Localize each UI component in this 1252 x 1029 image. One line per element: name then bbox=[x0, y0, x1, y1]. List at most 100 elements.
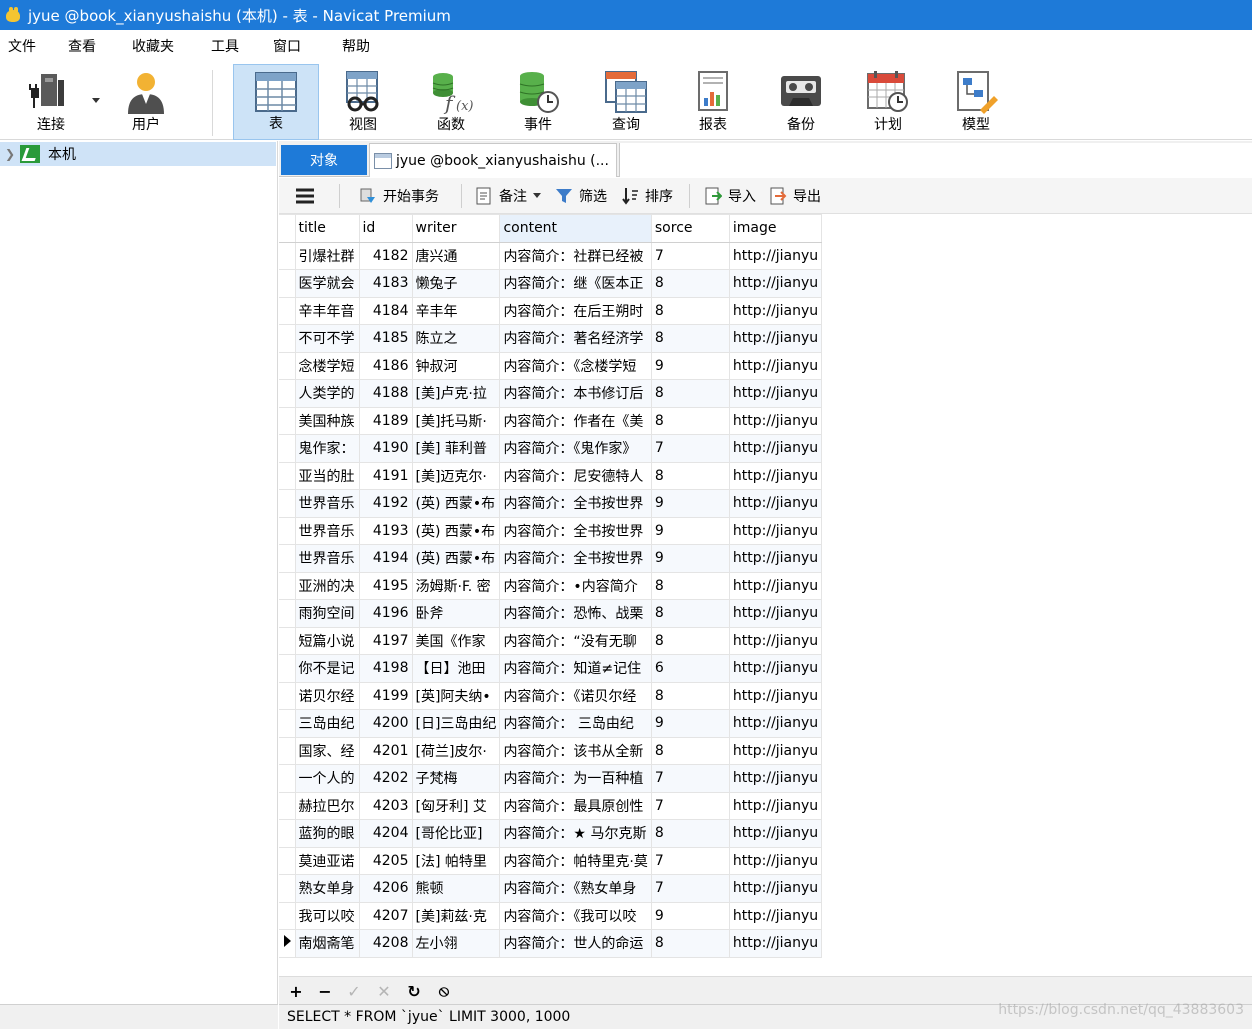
row-indicator[interactable] bbox=[279, 571, 296, 600]
cell-content[interactable]: 内容简介：“没有无聊 bbox=[499, 626, 652, 655]
cell-writer[interactable]: [哥伦比亚] bbox=[411, 819, 501, 848]
cell-sorce[interactable]: 7 bbox=[650, 791, 730, 820]
cell-id[interactable]: 4207 bbox=[358, 901, 413, 930]
tab-table-jyue[interactable]: jyue @book_xianyushaishu (... bbox=[369, 143, 617, 177]
cell-title[interactable]: 引爆社群 bbox=[294, 241, 360, 270]
cell-content[interactable]: 内容简介：全书按世界 bbox=[499, 516, 652, 545]
cell-content[interactable]: 内容简介：在后王朔时 bbox=[499, 296, 652, 325]
cell-image[interactable]: http://jianyu bbox=[728, 241, 823, 270]
cell-sorce[interactable]: 7 bbox=[650, 874, 730, 903]
cell-writer[interactable]: [法] 帕特里 bbox=[411, 846, 501, 875]
cell-content[interactable]: 内容简介：本书修订后 bbox=[499, 379, 652, 408]
table-row[interactable]: 世界音乐 4193 (英) 西蒙•布 内容简介：全书按世界 9 http://jianyu bbox=[279, 516, 823, 545]
cell-writer[interactable]: [美]迈克尔· bbox=[411, 461, 501, 490]
cell-title[interactable]: 鬼作家： bbox=[294, 434, 360, 463]
row-indicator[interactable] bbox=[279, 654, 296, 683]
cell-writer[interactable]: (英) 西蒙•布 bbox=[411, 489, 501, 518]
cell-writer[interactable]: [日]三岛由纪 bbox=[411, 709, 501, 738]
cell-title[interactable]: 世界音乐 bbox=[294, 516, 360, 545]
row-indicator[interactable] bbox=[279, 241, 296, 270]
cell-image[interactable]: http://jianyu bbox=[728, 296, 823, 325]
table-row[interactable]: 世界音乐 4192 (英) 西蒙•布 内容简介：全书按世界 9 http://jianyu bbox=[279, 489, 823, 518]
cell-id[interactable]: 4190 bbox=[358, 434, 413, 463]
row-indicator[interactable] bbox=[279, 379, 296, 408]
cell-sorce[interactable]: 7 bbox=[650, 241, 730, 270]
cell-writer[interactable]: [美] 菲利普 bbox=[411, 434, 501, 463]
cell-sorce[interactable]: 9 bbox=[650, 516, 730, 545]
table-row[interactable]: 引爆社群 4182 唐兴通 内容简介：社群已经被 7 http://jianyu bbox=[279, 241, 823, 270]
cell-id[interactable]: 4199 bbox=[358, 681, 413, 710]
row-indicator[interactable] bbox=[279, 461, 296, 490]
model-button[interactable]: 模型 bbox=[933, 64, 1019, 140]
table-row[interactable]: 国家、经 4201 [荷兰]皮尔· 内容简介：该书从全新 8 http://jianyu bbox=[279, 736, 823, 765]
row-indicator[interactable] bbox=[279, 901, 296, 930]
cell-writer[interactable]: [美]托马斯· bbox=[411, 406, 501, 435]
column-header-id[interactable]: id bbox=[358, 214, 413, 243]
cell-title[interactable]: 我可以咬 bbox=[294, 901, 360, 930]
cell-title[interactable]: 短篇小说 bbox=[294, 626, 360, 655]
cell-image[interactable]: http://jianyu bbox=[728, 434, 823, 463]
menu-help[interactable]: 帮助 bbox=[342, 36, 370, 56]
column-header-writer[interactable]: writer bbox=[411, 214, 501, 243]
cell-id[interactable]: 4185 bbox=[358, 324, 413, 353]
refresh-button[interactable]: ↻ bbox=[403, 981, 425, 1001]
cell-sorce[interactable]: 8 bbox=[650, 461, 730, 490]
table-row[interactable]: 亚洲的决 4195 汤姆斯·F. 密内容简介：•内容简介 8 http://jianyu bbox=[279, 571, 823, 600]
view-button[interactable]: 视图 bbox=[320, 64, 406, 140]
menu-view[interactable]: 查看 bbox=[68, 36, 96, 56]
table-row[interactable]: 熟女单身 4206 熊顿 内容简介：《熟女单身 7 http://jianyu bbox=[279, 874, 823, 903]
cell-sorce[interactable]: 8 bbox=[650, 929, 730, 958]
begin-transaction-button[interactable]: 开始事务 bbox=[359, 184, 439, 208]
menu-window[interactable]: 窗口 bbox=[273, 36, 301, 56]
cell-content[interactable]: 内容简介：《诺贝尔经 bbox=[499, 681, 652, 710]
cell-id[interactable]: 4203 bbox=[358, 791, 413, 820]
cell-image[interactable]: http://jianyu bbox=[728, 406, 823, 435]
cell-image[interactable]: http://jianyu bbox=[728, 379, 823, 408]
cell-sorce[interactable]: 8 bbox=[650, 406, 730, 435]
cell-title[interactable]: 美国种族 bbox=[294, 406, 360, 435]
column-header-title[interactable]: title bbox=[294, 214, 360, 243]
row-indicator[interactable] bbox=[279, 819, 296, 848]
cell-id[interactable]: 4202 bbox=[358, 764, 413, 793]
cell-writer[interactable]: 左小翎 bbox=[411, 929, 501, 958]
cell-id[interactable]: 4198 bbox=[358, 654, 413, 683]
cell-content[interactable]: 内容简介： 三岛由纪 bbox=[499, 709, 652, 738]
cell-id[interactable]: 4206 bbox=[358, 874, 413, 903]
cell-sorce[interactable]: 6 bbox=[650, 654, 730, 683]
cell-title[interactable]: 念楼学短 bbox=[294, 351, 360, 380]
chevron-right-icon[interactable]: ❯ bbox=[0, 147, 20, 161]
cell-writer[interactable]: [美]莉兹·克 bbox=[411, 901, 501, 930]
cell-image[interactable]: http://jianyu bbox=[728, 819, 823, 848]
cell-content[interactable]: 内容简介：•内容简介 bbox=[499, 571, 652, 600]
cell-writer[interactable]: 唐兴通 bbox=[411, 241, 501, 270]
delete-record-button[interactable]: − bbox=[314, 981, 336, 1001]
cell-writer[interactable]: 熊顿 bbox=[411, 874, 501, 903]
cell-sorce[interactable]: 8 bbox=[650, 599, 730, 628]
connect-button[interactable]: 连接 bbox=[8, 64, 100, 140]
cell-title[interactable]: 辛丰年音 bbox=[294, 296, 360, 325]
cell-id[interactable]: 4183 bbox=[358, 269, 413, 298]
cell-sorce[interactable]: 8 bbox=[650, 571, 730, 600]
cell-content[interactable]: 内容简介：恐怖、战栗 bbox=[499, 599, 652, 628]
row-indicator[interactable] bbox=[279, 351, 296, 380]
cell-content[interactable]: 内容简介：《鬼作家》 bbox=[499, 434, 652, 463]
cell-image[interactable]: http://jianyu bbox=[728, 709, 823, 738]
cell-sorce[interactable]: 9 bbox=[650, 544, 730, 573]
cell-sorce[interactable]: 8 bbox=[650, 626, 730, 655]
cell-sorce[interactable]: 7 bbox=[650, 846, 730, 875]
cell-image[interactable]: http://jianyu bbox=[728, 654, 823, 683]
cell-image[interactable]: http://jianyu bbox=[728, 324, 823, 353]
menu-tools[interactable]: 工具 bbox=[211, 36, 239, 56]
cell-sorce[interactable]: 8 bbox=[650, 819, 730, 848]
cell-id[interactable]: 4186 bbox=[358, 351, 413, 380]
menu-file[interactable]: 文件 bbox=[8, 36, 36, 56]
row-indicator[interactable] bbox=[279, 791, 296, 820]
filter-button[interactable]: 筛选 bbox=[555, 184, 607, 208]
cell-image[interactable]: http://jianyu bbox=[728, 461, 823, 490]
cell-sorce[interactable]: 9 bbox=[650, 709, 730, 738]
row-indicator[interactable] bbox=[279, 846, 296, 875]
row-indicator[interactable] bbox=[279, 406, 296, 435]
cell-title[interactable]: 世界音乐 bbox=[294, 489, 360, 518]
cell-id[interactable]: 4188 bbox=[358, 379, 413, 408]
cell-id[interactable]: 4191 bbox=[358, 461, 413, 490]
